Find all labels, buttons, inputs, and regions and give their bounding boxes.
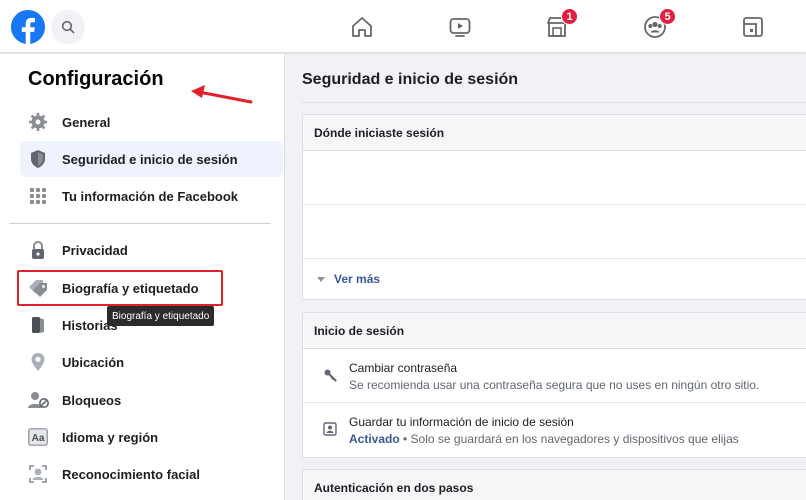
triangle-down-icon bbox=[317, 276, 325, 282]
sidebar-title: Configuración bbox=[28, 68, 164, 90]
sidebar-item-label: Seguridad e inicio de sesión bbox=[62, 151, 238, 167]
card-header: Dónde iniciaste sesión bbox=[303, 115, 806, 151]
face-icon bbox=[27, 463, 49, 485]
sidebar-item-label: Privacidad bbox=[62, 242, 128, 258]
save-login-info-title: Guardar tu información de inicio de sesi… bbox=[349, 415, 574, 429]
settings-sidebar: Configuración General Seguridad e inicio… bbox=[0, 54, 285, 500]
save-login-info-detail: • Solo se guardará en los navegadores y … bbox=[399, 432, 739, 446]
red-highlight-box-annotation bbox=[17, 270, 223, 306]
shield-icon bbox=[27, 148, 49, 170]
svg-text:Aa: Aa bbox=[32, 433, 45, 444]
page-title: Seguridad e inicio de sesión bbox=[302, 71, 519, 88]
see-more-link[interactable]: Ver más bbox=[303, 259, 806, 299]
home-icon[interactable] bbox=[347, 12, 377, 42]
sidebar-item-location[interactable]: Ubicación bbox=[20, 344, 283, 380]
sidebar-item-privacy[interactable]: Privacidad bbox=[20, 232, 283, 268]
grid-icon bbox=[27, 185, 49, 207]
watch-video-icon[interactable] bbox=[445, 12, 475, 42]
sidebar-item-your-information[interactable]: Tu información de Facebook bbox=[20, 178, 283, 214]
save-login-info-description: Activado • Solo se guardará en los naveg… bbox=[349, 432, 739, 446]
location-pin-icon bbox=[27, 351, 49, 373]
marketplace-icon[interactable]: 1 bbox=[542, 8, 578, 42]
sidebar-item-label: Tu información de Facebook bbox=[62, 188, 239, 204]
where-logged-in-card: Dónde iniciaste sesión Ver más bbox=[302, 114, 806, 300]
sidebar-item-face-recognition[interactable]: Reconocimiento facial bbox=[20, 456, 283, 492]
marketplace-notification-badge: 1 bbox=[561, 8, 578, 25]
tooltip: Biografía y etiquetado bbox=[107, 306, 215, 326]
sidebar-item-label: Ubicación bbox=[62, 354, 125, 370]
sidebar-divider bbox=[9, 223, 271, 224]
sidebar-item-language-region[interactable]: Aa Idioma y región bbox=[20, 419, 283, 455]
id-card-icon bbox=[322, 421, 338, 437]
top-navigation-bar: 1 5 bbox=[0, 0, 806, 53]
activated-status: Activado bbox=[349, 432, 400, 446]
groups-icon[interactable]: 5 bbox=[640, 8, 676, 42]
sidebar-item-general[interactable]: General bbox=[20, 104, 283, 140]
facebook-logo-icon[interactable] bbox=[11, 10, 45, 44]
sidebar-item-label: Bloqueos bbox=[62, 392, 122, 408]
see-more-label: Ver más bbox=[334, 272, 381, 286]
session-row[interactable] bbox=[303, 151, 806, 205]
two-factor-card: Autenticación en dos pasos bbox=[302, 469, 806, 500]
session-row[interactable] bbox=[303, 205, 806, 259]
groups-notification-badge: 5 bbox=[659, 8, 676, 25]
block-user-icon bbox=[27, 389, 49, 411]
sidebar-item-label: Idioma y región bbox=[62, 429, 159, 445]
security-settings-content: Seguridad e inicio de sesión Dónde inici… bbox=[286, 54, 806, 500]
change-password-row[interactable]: Cambiar contraseña Se recomienda usar un… bbox=[303, 349, 806, 403]
title-divider bbox=[302, 102, 806, 103]
sidebar-item-label: General bbox=[62, 114, 111, 130]
gear-icon bbox=[27, 111, 49, 133]
card-header: Autenticación en dos pasos bbox=[303, 470, 806, 500]
login-card: Inicio de sesión Cambiar contraseña Se r… bbox=[302, 312, 806, 458]
sidebar-item-blocking[interactable]: Bloqueos bbox=[20, 382, 283, 418]
search-icon[interactable] bbox=[51, 10, 85, 44]
key-icon bbox=[322, 367, 338, 383]
card-header: Inicio de sesión bbox=[303, 313, 806, 349]
lock-icon bbox=[27, 239, 49, 261]
change-password-description: Se recomienda usar una contraseña segura… bbox=[349, 378, 760, 392]
book-icon bbox=[27, 314, 49, 336]
change-password-title: Cambiar contraseña bbox=[349, 361, 458, 375]
gaming-icon[interactable] bbox=[738, 12, 768, 42]
sidebar-item-label: Reconocimiento facial bbox=[62, 466, 200, 482]
language-icon: Aa bbox=[27, 426, 49, 448]
save-login-info-row[interactable]: Guardar tu información de inicio de sesi… bbox=[303, 403, 806, 457]
sidebar-item-security[interactable]: Seguridad e inicio de sesión bbox=[20, 141, 283, 177]
